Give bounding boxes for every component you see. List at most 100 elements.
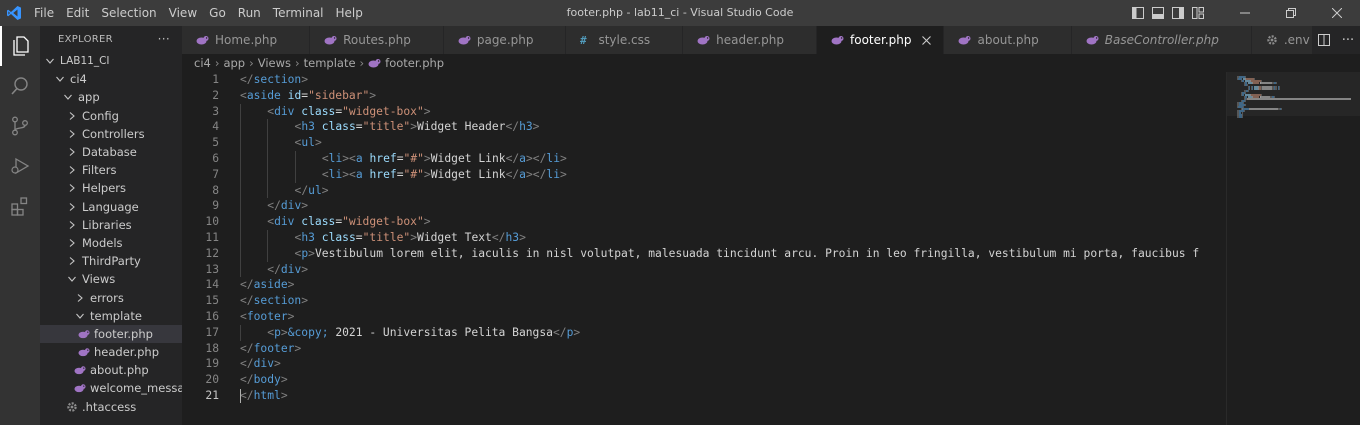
- breadcrumb-item[interactable]: Views: [258, 56, 291, 70]
- line-number: 18: [205, 341, 219, 355]
- tree-item[interactable]: errors: [40, 288, 182, 306]
- php-file-icon: [368, 58, 381, 68]
- tab-label: footer.php: [850, 33, 912, 47]
- minimap-token: [1245, 100, 1246, 102]
- tree-item[interactable]: Views: [40, 270, 182, 288]
- code-text: </div>: [240, 356, 281, 372]
- tab-page-php[interactable]: page.php: [443, 26, 567, 54]
- code-line: 3 <div class="widget-box">: [182, 103, 1226, 120]
- customize-layout-icon[interactable]: [1188, 0, 1208, 26]
- tree-item[interactable]: ThirdParty: [40, 252, 182, 270]
- tree-item[interactable]: about.php: [40, 361, 182, 379]
- source-control-icon[interactable]: [0, 106, 40, 146]
- toggle-secondary-sidebar-icon[interactable]: [1168, 0, 1188, 26]
- tree-item[interactable]: template: [40, 307, 182, 325]
- code-token: >: [308, 246, 315, 260]
- run-debug-icon[interactable]: [0, 146, 40, 186]
- tree-item[interactable]: footer.php: [40, 324, 182, 343]
- chevron-right-icon: [66, 201, 78, 213]
- menu-view[interactable]: View: [163, 0, 203, 26]
- menu-go[interactable]: Go: [203, 0, 232, 26]
- minimap-token: [1262, 88, 1273, 90]
- menu-edit[interactable]: Edit: [60, 0, 95, 26]
- breadcrumb-item[interactable]: app: [223, 56, 245, 70]
- tree-item[interactable]: Libraries: [40, 216, 182, 234]
- explorer-icon[interactable]: [0, 26, 40, 66]
- gear-icon: [1266, 34, 1278, 46]
- code-line: 19 </div>: [182, 356, 1226, 372]
- close-window-button[interactable]: [1314, 0, 1360, 26]
- restore-button[interactable]: [1268, 0, 1314, 26]
- tree-item[interactable]: Language: [40, 198, 182, 216]
- breadcrumb-item[interactable]: template: [304, 56, 356, 70]
- code-token: href: [369, 167, 397, 181]
- code-text: <footer>: [240, 309, 294, 325]
- tab-home-php[interactable]: Home.php: [182, 26, 311, 54]
- tree-item[interactable]: welcome_messa...: [40, 379, 182, 397]
- tab-label: style.css: [598, 33, 651, 47]
- tab-routes-php[interactable]: Routes.php: [310, 26, 444, 54]
- code-token: "sidebar": [308, 88, 370, 102]
- code-editor[interactable]: 1 </section> 2 <aside id="sidebar"> 3 <div cl…: [182, 72, 1226, 425]
- breadcrumb-item[interactable]: ci4: [194, 56, 211, 70]
- tab-header-php[interactable]: header.php: [683, 26, 817, 54]
- code-token: >: [301, 262, 309, 276]
- tree-item[interactable]: Helpers: [40, 179, 182, 197]
- toggle-primary-sidebar-icon[interactable]: [1128, 0, 1148, 26]
- tree-item[interactable]: app: [40, 88, 182, 106]
- code-line: 20 </body>: [182, 372, 1226, 388]
- menu-file[interactable]: File: [28, 0, 60, 26]
- tab-about-php[interactable]: about.php: [944, 26, 1072, 54]
- code-token: >: [369, 88, 377, 102]
- tree-item[interactable]: Filters: [40, 161, 182, 179]
- search-icon[interactable]: [0, 66, 40, 106]
- tree-item[interactable]: Controllers: [40, 125, 182, 143]
- code-token: id: [287, 88, 302, 102]
- code-token: p: [274, 325, 281, 339]
- tab-basecontroller-php[interactable]: BaseController.php: [1071, 26, 1252, 54]
- menu-help[interactable]: Help: [330, 0, 369, 26]
- extensions-icon[interactable]: [0, 186, 40, 226]
- chevron-right-icon: [66, 110, 78, 122]
- tree-item[interactable]: Database: [40, 143, 182, 161]
- code-token: ><: [342, 167, 356, 181]
- tab-style-css[interactable]: # style.css: [566, 26, 684, 54]
- minimap[interactable]: [1226, 72, 1360, 425]
- tree-item-label: template: [90, 308, 142, 323]
- menu-terminal[interactable]: Terminal: [267, 0, 330, 26]
- tree-item[interactable]: .htaccess: [40, 398, 182, 416]
- tree-item[interactable]: Config: [40, 107, 182, 125]
- tree-item-label: Controllers: [82, 126, 145, 141]
- code-token: "#": [403, 167, 424, 181]
- tree-item-label: footer.php: [94, 326, 153, 341]
- line-number: 3: [212, 104, 219, 118]
- breadcrumb-item[interactable]: footer.php: [385, 56, 444, 70]
- indent-guide: [240, 150, 241, 167]
- indent-guide: [267, 245, 269, 262]
- code-token: =: [396, 151, 404, 165]
- code-token: <: [321, 167, 329, 181]
- code-token: </: [552, 325, 567, 339]
- tree-item[interactable]: header.php: [40, 343, 182, 361]
- toggle-panel-icon[interactable]: [1148, 0, 1168, 26]
- indent-guide: [267, 150, 269, 167]
- code-token: aside: [253, 278, 288, 292]
- close-icon[interactable]: [919, 35, 933, 45]
- code-token: </: [505, 151, 520, 165]
- tree-item[interactable]: Models: [40, 234, 182, 252]
- code-text: <h3 class="title">Widget Text</h3>: [295, 230, 526, 246]
- menu-bar: File Edit Selection View Go Run Terminal Help: [28, 0, 369, 26]
- explorer-more-actions-button[interactable]: ···: [158, 32, 170, 46]
- menu-run[interactable]: Run: [232, 0, 267, 26]
- menu-selection[interactable]: Selection: [95, 0, 162, 26]
- tree-item[interactable]: ci4: [40, 70, 182, 88]
- line-number: 20: [205, 373, 219, 387]
- code-token: >: [560, 167, 567, 181]
- split-editor-icon[interactable]: [1312, 26, 1336, 54]
- minimize-button[interactable]: [1222, 0, 1268, 26]
- more-actions-icon[interactable]: ···: [1336, 26, 1360, 54]
- tree-item[interactable]: LAB11_CI: [40, 52, 182, 70]
- tab-footer-php[interactable]: footer.php: [817, 26, 945, 54]
- indent-guide: [240, 214, 241, 230]
